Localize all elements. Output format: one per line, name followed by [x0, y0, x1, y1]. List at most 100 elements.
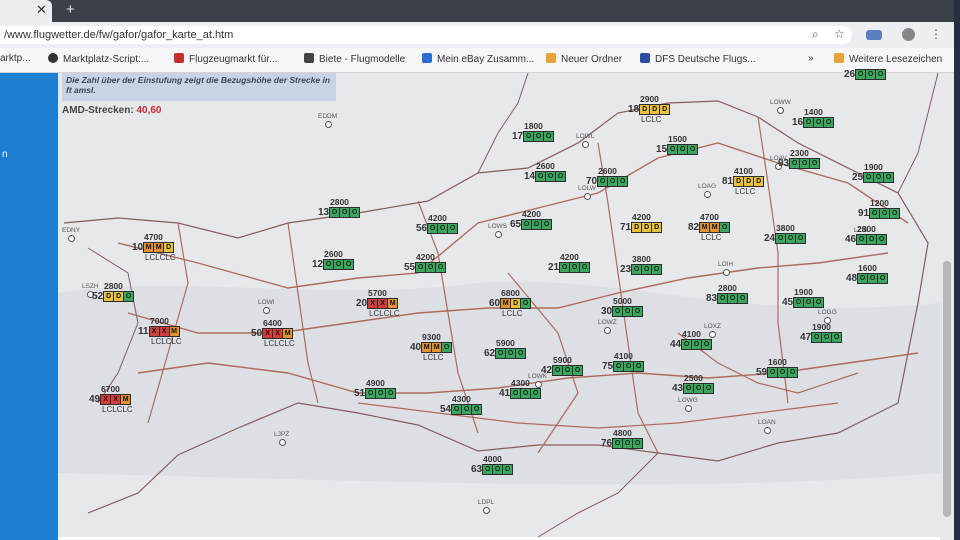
- route-52[interactable]: 2800 52 D D O: [92, 282, 135, 302]
- route-46[interactable]: 2800 46 O O O: [845, 225, 888, 245]
- close-icon[interactable]: ✕: [36, 2, 47, 18]
- airport-marker: EDNY: [62, 227, 81, 242]
- route-49[interactable]: 6700 49 X X M LCLCLC: [89, 385, 133, 415]
- route-59[interactable]: 1600 59 O O O: [756, 358, 799, 378]
- route-altitude: 1900: [864, 162, 883, 172]
- route-number: 51: [354, 388, 366, 399]
- route-number: 48: [846, 273, 858, 284]
- route-56[interactable]: 4200 56 O O O: [416, 214, 459, 234]
- gafor-category-cell: D: [659, 104, 671, 115]
- bookmark[interactable]: arktp...: [0, 53, 31, 64]
- route-row: 46 O O O: [845, 234, 888, 245]
- route-48[interactable]: 1600 48 O O O: [846, 263, 889, 284]
- menu-icon[interactable]: ⋮: [930, 27, 942, 41]
- route-91[interactable]: 1200 91 O O O: [858, 199, 901, 219]
- route-number: 71: [620, 222, 632, 233]
- gafor-category-cell: O: [875, 69, 887, 80]
- bookmark[interactable]: Biete - Flugmodelle: [304, 53, 405, 65]
- route-altitude: 1900: [794, 287, 813, 297]
- route-75[interactable]: 4100 75 O O O: [602, 352, 645, 372]
- route-altitude: 4100: [734, 166, 753, 176]
- route-42[interactable]: 5900 42 O O O: [541, 356, 584, 376]
- browser-tab[interactable]: ✕: [0, 0, 52, 22]
- route-83[interactable]: 2800 83 O O O: [706, 284, 749, 304]
- zoom-icon[interactable]: ⌕: [812, 27, 819, 42]
- gafor-category-cell: O: [617, 176, 629, 187]
- route-row: 83 O O O: [706, 293, 749, 304]
- bookmark[interactable]: Flugzeugmarkt für...: [174, 53, 277, 65]
- route-82[interactable]: 4700 82 M M O LCLC: [688, 213, 731, 242]
- scrollbar-thumb[interactable]: [943, 261, 951, 517]
- route-76[interactable]: 4800 76 O O O: [601, 429, 644, 449]
- route-altitude: 1400: [804, 107, 823, 117]
- route-62[interactable]: 5900 62 O O O: [484, 339, 527, 359]
- route-23[interactable]: 3800 23 O O O: [620, 255, 663, 275]
- route-altitude: 2500: [684, 373, 703, 383]
- route-44[interactable]: 4100 44 O O O: [670, 329, 713, 350]
- route-row: 16 O O O: [792, 117, 835, 128]
- route-row: 62 O O O: [484, 348, 527, 359]
- gafor-category-cell: O: [651, 264, 663, 275]
- gafor-category-cell: D: [753, 176, 765, 187]
- route-row: 15 O O O: [656, 144, 699, 155]
- route-15[interactable]: 1500 15 O O O: [656, 135, 699, 155]
- route-row: 50 X X M: [251, 328, 295, 339]
- route-60[interactable]: 6800 60 M D O LCLC: [489, 289, 532, 318]
- route-row: 93 O O O: [778, 158, 821, 169]
- route-43[interactable]: 2500 43 O O O: [672, 373, 715, 394]
- route-71[interactable]: 4200 71 D D D: [620, 213, 663, 233]
- route-number: 81: [722, 176, 734, 187]
- route-63[interactable]: 4000 63 O O O: [471, 455, 514, 475]
- route-altitude: 4100: [682, 329, 701, 339]
- gafor-category-cell: O: [831, 332, 843, 343]
- avatar[interactable]: [902, 28, 915, 41]
- bookmark-folder[interactable]: Neuer Ordner: [546, 53, 622, 65]
- route-50[interactable]: 6400 50 X X M LCLCLC: [251, 319, 295, 349]
- bookmark[interactable]: Marktplatz-Script:...: [48, 53, 149, 65]
- route-row: 17 O O O: [512, 131, 555, 142]
- airport-marker: LJPZ: [274, 431, 290, 446]
- route-20[interactable]: 5700 20 X X M LCLCLC: [356, 289, 400, 319]
- airport-marker: LOWL: [576, 133, 595, 148]
- route-row: 23 O O O: [620, 264, 663, 275]
- route-11[interactable]: 7000 11 X X M LCLCLC: [138, 317, 182, 347]
- route-18[interactable]: 2900 18 D D D LCLC: [628, 95, 671, 124]
- route-24[interactable]: 3800 24 O O O: [764, 224, 807, 244]
- route-altitude: 1600: [858, 263, 877, 273]
- new-tab-button[interactable]: +: [66, 1, 75, 18]
- bookmarks-overflow[interactable]: »: [808, 53, 814, 64]
- scrollbar[interactable]: [940, 73, 954, 540]
- route-10[interactable]: 4700 10 M M D LCLCLC: [132, 233, 176, 263]
- route-93[interactable]: 2300 93 O O O: [778, 149, 821, 169]
- bookmark-folder[interactable]: Weitere Lesezeichen: [834, 53, 942, 65]
- route-26[interactable]: 26 O O O: [844, 69, 887, 80]
- route-13[interactable]: 2800 13 O O O: [318, 198, 361, 218]
- route-21[interactable]: 4200 21 O O O: [548, 253, 591, 273]
- route-51[interactable]: 4900 51 O O O: [354, 379, 397, 399]
- route-41[interactable]: 4300 41 O O O: [499, 379, 542, 399]
- airport-marker: LOWS: [488, 223, 508, 238]
- bookmark[interactable]: Mein eBay Zusamm...: [422, 53, 534, 65]
- route-55[interactable]: 4200 55 O O O: [404, 253, 447, 273]
- bookmark[interactable]: DFS Deutsche Flugs...: [640, 53, 756, 65]
- route-40[interactable]: 9300 40 M M O LCLC: [410, 333, 453, 362]
- url-field[interactable]: /www.flugwetter.de/fw/gafor/gafor_karte_…: [0, 26, 852, 44]
- gafor-category-cell: M: [282, 328, 294, 339]
- route-16[interactable]: 1400 16 O O O: [792, 107, 835, 128]
- route-47[interactable]: 1900 47 O O O: [800, 323, 843, 343]
- star-icon[interactable]: ☆: [834, 27, 845, 41]
- route-number: 24: [764, 233, 776, 244]
- route-81[interactable]: 4100 81 D D D LCLC: [722, 166, 765, 196]
- route-lclc: LCLC: [701, 233, 722, 242]
- cloud-icon[interactable]: [866, 30, 882, 40]
- route-30[interactable]: 5000 30 O O O: [601, 297, 644, 317]
- route-45[interactable]: 1900 45 O O O: [782, 287, 825, 308]
- route-14[interactable]: 2600 14 O O O: [524, 162, 567, 182]
- route-25[interactable]: 1900 25 O O O: [852, 162, 895, 183]
- route-70[interactable]: 2600 70 O O O: [586, 167, 629, 187]
- route-12[interactable]: 2600 12 O O O: [312, 250, 355, 270]
- route-65[interactable]: 4200 65 O O O: [510, 210, 553, 230]
- route-54[interactable]: 4300 54 O O O: [440, 395, 483, 415]
- gafor-category-cell: O: [795, 233, 807, 244]
- route-17[interactable]: 1800 17 O O O: [512, 122, 555, 142]
